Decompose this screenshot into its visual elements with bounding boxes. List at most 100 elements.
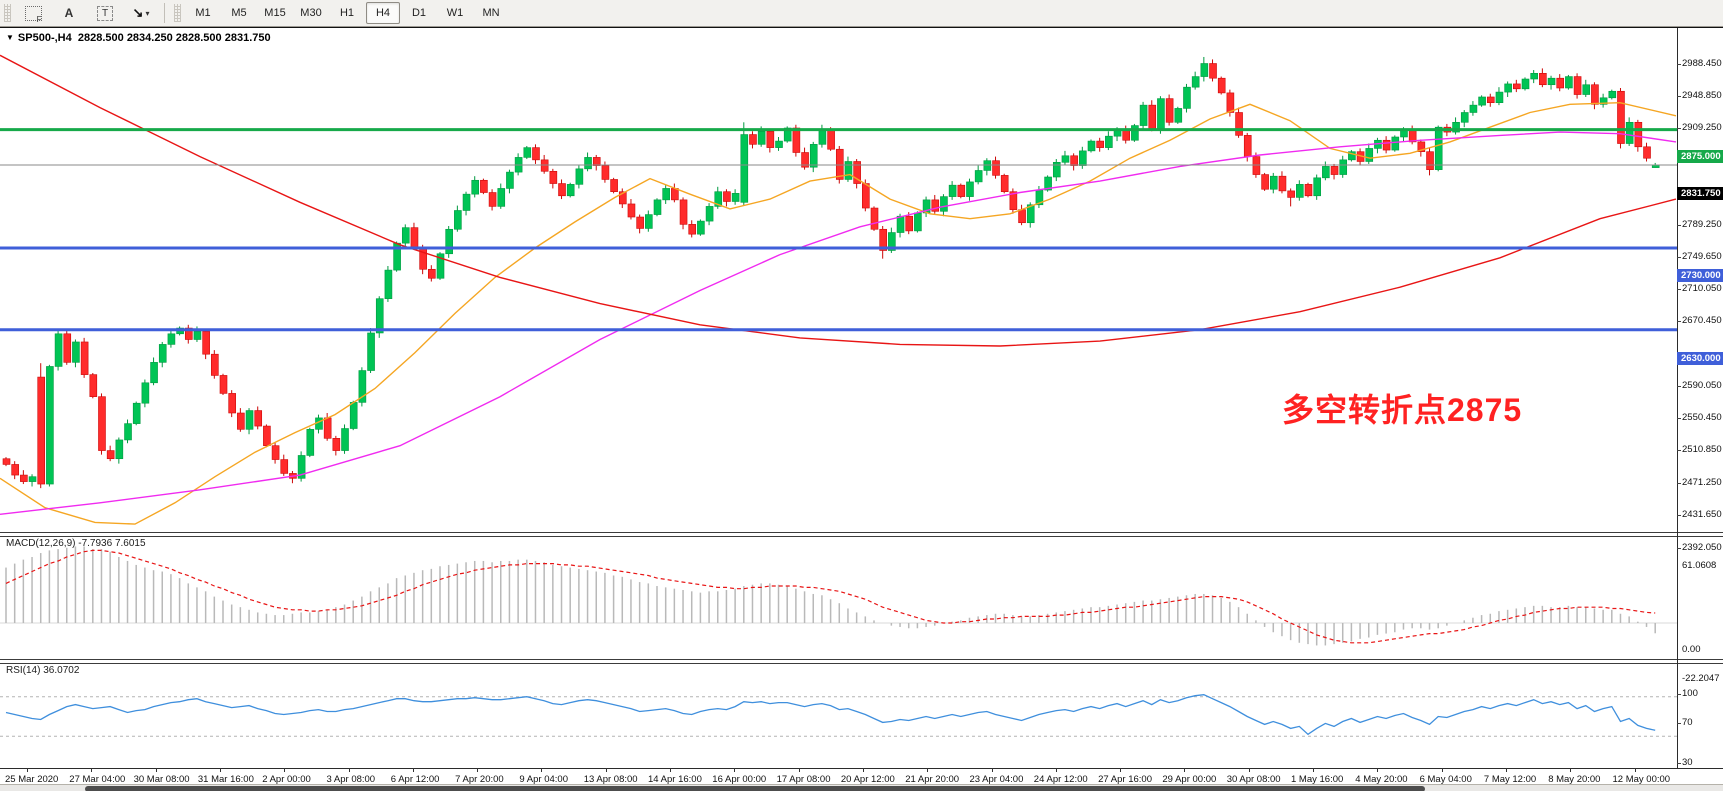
price-axis-tick [1677,515,1681,516]
timeframe-button-MN[interactable]: MN [474,2,508,24]
macd-signal-line [6,550,1655,642]
chart-title-close: 2831.750 [225,32,271,44]
chart-annotation: 多空转折点2875 [1282,385,1522,431]
date-tick [1249,768,1250,772]
date-tick [1377,768,1378,772]
ma-mid-magenta [0,132,1676,514]
date-tick [477,768,478,772]
price-axis-label: 2670.450 [1682,315,1723,326]
timeframe-button-M5[interactable]: M5 [222,2,256,24]
date-tick [541,768,542,772]
date-tick [670,768,671,772]
date-tick [156,768,157,772]
price-axis-label: 2789.250 [1682,219,1723,230]
horizontal-scrollbar[interactable] [0,784,1723,791]
timeframe-button-M15[interactable]: M15 [258,2,292,24]
chart-title-symbol: SP500-,H4 [18,32,72,44]
candlestick-chart[interactable] [0,28,1677,532]
date-tick [863,768,864,772]
date-tick [799,768,800,772]
toolbar-grip [4,4,11,22]
chart-title-low: 2828.500 [176,32,222,44]
price-axis-label: 2710.050 [1682,283,1723,294]
date-tick [27,768,28,772]
chart-title-open: 2828.500 [78,32,124,44]
macd-axis-label: -22.2047 [1682,673,1723,684]
price-axis-label: 2590.050 [1682,380,1723,391]
chart-title: ▼ SP500-,H4 2828.500 2834.250 2828.500 28… [6,32,271,44]
ma-slow-red [0,55,1676,346]
timeframe-button-M30[interactable]: M30 [294,2,328,24]
price-badge: 2730.000 [1677,269,1723,282]
rsi-line [6,695,1655,735]
macd-label: MACD(12,26,9) -7.7936 7.6015 [6,538,146,549]
toolbar-separator [164,3,165,23]
text-label-icon: A [65,6,74,20]
macd-axis-label: 61.0608 [1682,560,1723,571]
price-axis-tick [1677,96,1681,97]
rsi-axis-label: 100 [1682,688,1723,699]
date-tick [1635,768,1636,772]
price-axis-tick [1677,450,1681,451]
price-axis-label: 2749.650 [1682,251,1723,262]
price-axis-label: 2988.450 [1682,58,1723,69]
toolbar: A T ↘▾ M1M5M15M30H1H4D1W1MN [0,0,1723,27]
rsi-axis-tick [1677,763,1681,764]
price-axis-tick [1677,64,1681,65]
chart-window[interactable]: ▼ SP500-,H4 2828.500 2834.250 2828.500 28… [0,27,1723,791]
rsi-axis-label: 30 [1682,757,1723,768]
price-axis-label: 2510.850 [1682,444,1723,455]
toolbar-grip [174,4,181,22]
price-badge: 2831.750 [1677,187,1723,200]
date-tick [1184,768,1185,772]
chart-title-high: 2834.250 [127,32,173,44]
toolbar-button-fibonacci-icon[interactable] [16,2,50,24]
date-tick [1506,768,1507,772]
toolbar-button-arrow-objects-icon[interactable]: ↘▾ [124,2,158,24]
price-axis-label: 2431.650 [1682,509,1723,520]
price-axis-label: 2471.250 [1682,477,1723,488]
macd-panel[interactable] [0,535,1677,659]
mt4-window: A T ↘▾ M1M5M15M30H1H4D1W1MN ▼ SP500-,H4 2828… [0,0,1723,791]
timeframe-button-H1[interactable]: H1 [330,2,364,24]
text-box-icon: T [97,6,113,21]
timeframe-button-H4[interactable]: H4 [366,2,400,24]
price-axis-tick [1677,128,1681,129]
macd-axis-label: 0.00 [1682,644,1723,655]
date-tick [220,768,221,772]
date-tick [349,768,350,772]
price-axis-label: 2948.850 [1682,90,1723,101]
date-tick [734,768,735,772]
price-axis-tick [1677,483,1681,484]
toolbar-button-text-box-icon[interactable]: T [88,2,122,24]
date-tick [1313,768,1314,772]
price-badge: 2630.000 [1677,352,1723,365]
toolbar-button-text-label-icon[interactable]: A [52,2,86,24]
date-tick [91,768,92,772]
timeframe-button-M1[interactable]: M1 [186,2,220,24]
price-axis-label: 2392.050 [1682,542,1723,553]
dropdown-caret-icon: ▾ [145,9,149,18]
timeframe-button-D1[interactable]: D1 [402,2,436,24]
price-axis-tick [1677,321,1681,322]
horizontal-scrollbar-thumb[interactable] [85,786,1425,791]
timeframe-button-W1[interactable]: W1 [438,2,472,24]
date-axis-line [0,768,1723,769]
price-axis-tick [1677,289,1681,290]
rsi-panel[interactable] [0,662,1677,767]
fibonacci-icon [25,6,42,21]
date-tick [992,768,993,772]
rsi-label: RSI(14) 36.0702 [6,665,79,676]
date-tick [1442,768,1443,772]
price-badge: 2875.000 [1677,150,1723,163]
rsi-axis-label: 70 [1682,717,1723,728]
price-axis-tick [1677,548,1681,549]
rsi-axis-tick [1677,723,1681,724]
price-axis-label: 2909.250 [1682,122,1723,133]
date-tick [413,768,414,772]
date-tick [1570,768,1571,772]
date-tick [284,768,285,772]
price-axis-tick [1677,386,1681,387]
price-axis-line [1677,28,1678,769]
symbol-dropdown-icon[interactable]: ▼ [6,33,14,42]
